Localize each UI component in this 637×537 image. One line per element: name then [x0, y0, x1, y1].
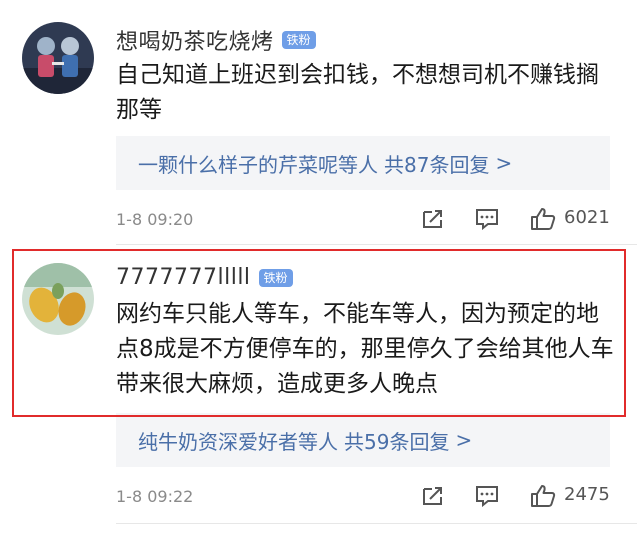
replies-link[interactable]: 纯牛奶资深爱好者等人 共59条回复 > — [116, 413, 610, 467]
username[interactable]: 想喝奶茶吃烧烤 — [116, 24, 274, 56]
fan-badge: 铁粉 — [258, 268, 293, 287]
reply-users: 一颗什么样子的芹菜呢等人 — [138, 152, 378, 177]
avatar[interactable] — [22, 263, 94, 335]
reply-users: 纯牛奶资深爱好者等人 — [138, 429, 338, 454]
share-icon[interactable] — [420, 207, 446, 231]
comment-icon[interactable] — [474, 484, 500, 508]
like-count: 2475 — [564, 484, 610, 505]
comment-text: 自己知道上班迟到会扣钱，不想想司机不赚钱搁那等 — [116, 62, 599, 123]
like-icon[interactable] — [530, 484, 556, 508]
reply-count: 共87条回复 — [384, 152, 490, 177]
share-icon[interactable] — [420, 484, 446, 508]
like-count: 6021 — [564, 207, 610, 228]
avatar[interactable] — [22, 22, 94, 94]
username[interactable]: 7777777lllll — [116, 265, 251, 290]
comment-text: 网约车只能人等车，不能车等人，因为预定的地点8成是不方便停车的，那里停久了会给其… — [116, 301, 614, 397]
comment-item: 想喝奶茶吃烧烤 铁粉 自己知道上班迟到会扣钱，不想想司机不赚钱搁那等 一颗什么样… — [0, 0, 637, 245]
chevron-right-icon: > — [455, 428, 473, 452]
replies-link[interactable]: 一颗什么样子的芹菜呢等人 共87条回复 > — [116, 136, 610, 190]
chevron-right-icon: > — [495, 151, 513, 175]
comment-item: 7777777lllll 铁粉 网约车只能人等车，不能车等人，因为预定的地点8成… — [0, 245, 637, 537]
divider — [116, 523, 637, 524]
timestamp: 1-8 09:20 — [116, 209, 194, 229]
fan-badge: 铁粉 — [281, 31, 316, 49]
comment-icon[interactable] — [474, 207, 500, 231]
reply-count: 共59条回复 — [344, 429, 450, 454]
like-icon[interactable] — [530, 207, 556, 231]
timestamp: 1-8 09:22 — [116, 486, 194, 506]
